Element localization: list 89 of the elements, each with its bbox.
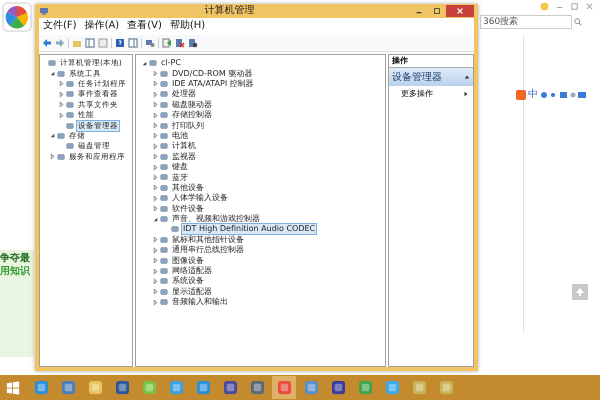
expand-arrow-icon[interactable]	[152, 205, 159, 212]
menu-item[interactable]: 帮助(H)	[170, 20, 206, 33]
tree-item[interactable]: IDT High Definition Audio CODEC	[181, 223, 318, 236]
close-button[interactable]	[446, 5, 474, 17]
expand-arrow-icon[interactable]	[152, 246, 159, 254]
list-icon[interactable]	[98, 38, 108, 48]
tree-item[interactable]: DVD/CD-ROM 驱动器	[170, 68, 254, 80]
window-title: 计算机管理	[204, 5, 256, 17]
expand-arrow-icon[interactable]	[152, 132, 159, 140]
expand-arrow-icon[interactable]	[152, 153, 159, 160]
computer-scan-icon[interactable]	[145, 38, 155, 48]
close-icon[interactable]	[585, 2, 594, 11]
expand-arrow-icon[interactable]	[152, 164, 159, 171]
collapse-arrow-icon[interactable]	[49, 70, 56, 78]
action-pane-icon[interactable]	[128, 38, 138, 48]
help-icon[interactable]	[115, 38, 125, 48]
tree-item[interactable]: 图像设备	[170, 254, 206, 267]
tree-item[interactable]: 键盘	[170, 161, 190, 174]
expand-arrow-icon[interactable]	[49, 153, 56, 160]
expand-arrow-icon[interactable]	[152, 257, 159, 264]
pinwheel-logo-icon[interactable]	[2, 2, 32, 32]
menu-item[interactable]: 操作(A)	[84, 20, 120, 33]
expand-arrow-icon[interactable]	[152, 70, 159, 78]
expand-arrow-icon[interactable]	[58, 80, 65, 88]
close-icon	[456, 7, 464, 15]
collapse-icon[interactable]	[464, 74, 470, 80]
search-icon[interactable]	[574, 18, 582, 26]
expand-arrow-icon[interactable]	[152, 101, 159, 108]
section-header[interactable]: 设备管理器	[389, 68, 473, 86]
tree-item[interactable]: 存储控制器	[170, 109, 214, 122]
collapse-arrow-icon[interactable]	[49, 132, 56, 140]
tree-item[interactable]: 监视器	[170, 150, 198, 163]
expand-arrow-icon[interactable]	[152, 288, 159, 296]
tree-item[interactable]: 人体学输入设备	[170, 192, 230, 204]
tree-item[interactable]: 处理器	[170, 88, 198, 100]
tree-item[interactable]: 电池	[170, 130, 190, 142]
ad-banner[interactable]: 争夺最 用知识	[0, 250, 34, 357]
expand-arrow-icon[interactable]	[152, 236, 159, 244]
expand-arrow-icon[interactable]	[58, 112, 65, 119]
back-arrow-icon[interactable]	[42, 38, 52, 48]
collapse-arrow-icon[interactable]	[152, 216, 159, 223]
menu-item[interactable]: 文件(F)	[43, 20, 77, 33]
maximize-icon	[433, 7, 441, 15]
expand-arrow-icon[interactable]	[152, 268, 159, 274]
tree-item[interactable]: 显示适配器	[170, 286, 214, 298]
tree-item[interactable]: 软件设备	[170, 202, 206, 215]
expand-arrow-icon[interactable]	[152, 142, 159, 150]
update-driver-icon[interactable]	[162, 38, 172, 48]
expand-arrow-icon[interactable]	[152, 298, 159, 306]
tree-item[interactable]: 计算机	[170, 140, 198, 152]
tree-pane-icon[interactable]	[85, 38, 95, 48]
expand-arrow-icon[interactable]	[58, 90, 65, 98]
tree-item[interactable]: 通用串行总线控制器	[170, 244, 246, 256]
expand-arrow-icon[interactable]	[152, 278, 159, 285]
ad-text: 用知识	[0, 265, 32, 278]
search-field[interactable]: 360搜索	[480, 15, 572, 29]
expand-arrow-icon[interactable]	[152, 80, 159, 88]
expand-arrow-icon[interactable]	[152, 122, 159, 130]
tree-item[interactable]: 打印队列	[170, 120, 206, 132]
expand-arrow-icon[interactable]	[152, 112, 159, 119]
expand-arrow-icon[interactable]	[152, 90, 159, 98]
tree-item[interactable]: IDE ATA/ATAPI 控制器	[170, 78, 256, 90]
expand-arrow-icon[interactable]	[152, 184, 159, 192]
tree-item[interactable]: 系统设备	[170, 275, 206, 288]
expand-arrow-icon[interactable]	[58, 101, 65, 108]
tree-item[interactable]: 音频输入和输出	[170, 296, 230, 308]
tree-item[interactable]: 网络适配器	[170, 265, 214, 278]
input-mode-label[interactable]: 中	[528, 90, 538, 100]
submenu-arrow-icon[interactable]	[463, 90, 469, 96]
taskbar-button[interactable]	[272, 376, 296, 399]
tree-item[interactable]: 鼠标和其他指针设备	[170, 234, 246, 246]
computer-icon	[39, 6, 49, 16]
forward-arrow-icon[interactable]	[55, 38, 65, 48]
collapse-arrow-icon[interactable]	[141, 60, 148, 67]
menu-item[interactable]: 查看(V)	[127, 20, 162, 33]
action-link[interactable]: 更多操作	[401, 88, 433, 99]
maximize-icon[interactable]	[570, 2, 579, 11]
tree-item[interactable]: 磁盘驱动器	[170, 98, 214, 111]
section-title: 设备管理器	[392, 71, 442, 84]
ad-text: 争夺最	[0, 252, 31, 265]
expand-arrow-icon[interactable]	[152, 194, 159, 202]
disable-device-icon[interactable]	[175, 38, 185, 48]
tree-item[interactable]: 蓝牙	[170, 172, 190, 184]
tree-item[interactable]: 其他设备	[170, 182, 206, 194]
expand-arrow-icon[interactable]	[152, 174, 159, 181]
windows-logo-icon[interactable]	[6, 380, 20, 394]
tree-item[interactable]: 声音、视频和游戏控制器	[170, 213, 262, 226]
uninstall-device-icon[interactable]	[188, 38, 198, 48]
tree-item[interactable]: cl-PC	[159, 57, 183, 70]
